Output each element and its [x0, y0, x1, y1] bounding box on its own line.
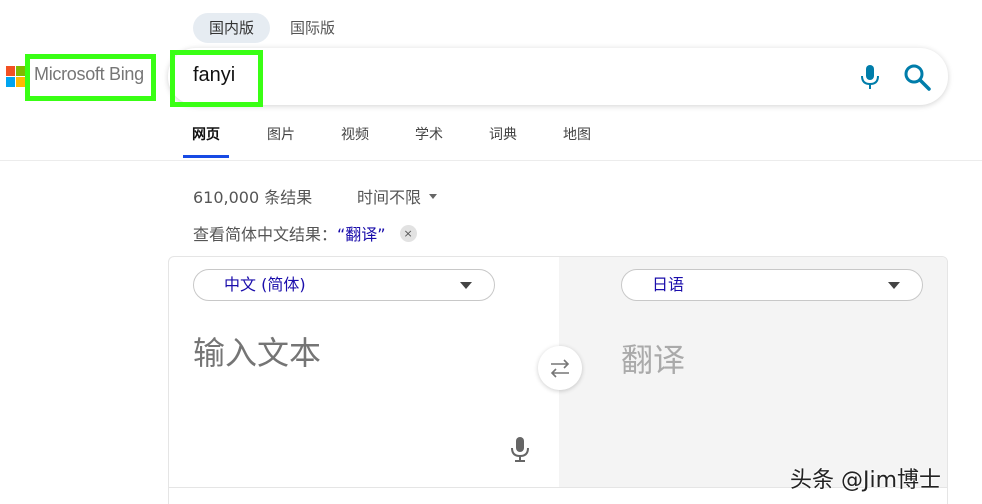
tab-maps[interactable]: 地图: [563, 122, 591, 158]
result-count: 610,000 条结果: [193, 188, 313, 207]
region-tab-domestic[interactable]: 国内版: [193, 13, 271, 43]
logo-highlight-box: [25, 54, 156, 101]
source-language-select[interactable]: 中文 (简体): [193, 269, 495, 301]
suggestion-prefix: 查看简体中文结果：: [193, 225, 338, 244]
translation-output: 翻译: [621, 341, 686, 379]
suggestion-link[interactable]: “翻译”: [337, 221, 386, 245]
microphone-icon[interactable]: [509, 435, 531, 463]
chinese-results-suggestion: 查看简体中文结果： “翻译” ×: [193, 221, 417, 245]
search-input[interactable]: [193, 64, 793, 87]
source-language-label: 中文 (简体): [224, 275, 306, 294]
tab-web[interactable]: 网页: [183, 122, 229, 158]
region-tabs: 国内版 国际版: [193, 13, 351, 43]
tab-videos[interactable]: 视频: [341, 122, 369, 158]
source-text-input[interactable]: [193, 335, 523, 372]
close-icon[interactable]: ×: [399, 224, 417, 242]
microphone-icon[interactable]: [858, 63, 882, 91]
time-filter-dropdown[interactable]: 时间不限: [357, 184, 438, 208]
time-filter-label: 时间不限: [357, 188, 422, 207]
query-highlight-box: [170, 50, 263, 107]
nav-divider: [0, 160, 982, 161]
tab-images[interactable]: 图片: [267, 122, 295, 158]
search-icon[interactable]: [903, 63, 931, 91]
chevron-down-icon: [888, 282, 900, 289]
tab-dictionary[interactable]: 词典: [489, 122, 517, 158]
chevron-down-icon: [460, 282, 472, 289]
tab-academic[interactable]: 学术: [415, 122, 443, 158]
region-tab-international[interactable]: 国际版: [274, 13, 351, 43]
chevron-down-icon: [429, 193, 438, 199]
microsoft-logo-icon[interactable]: [6, 66, 26, 88]
watermark: 头条 @Jim博士: [790, 468, 942, 493]
target-language-select[interactable]: 日语: [621, 269, 923, 301]
swap-languages-button[interactable]: [538, 346, 582, 390]
vertical-nav: 网页 图片 视频 学术 词典 地图: [183, 122, 591, 158]
target-language-label: 日语: [652, 275, 685, 294]
